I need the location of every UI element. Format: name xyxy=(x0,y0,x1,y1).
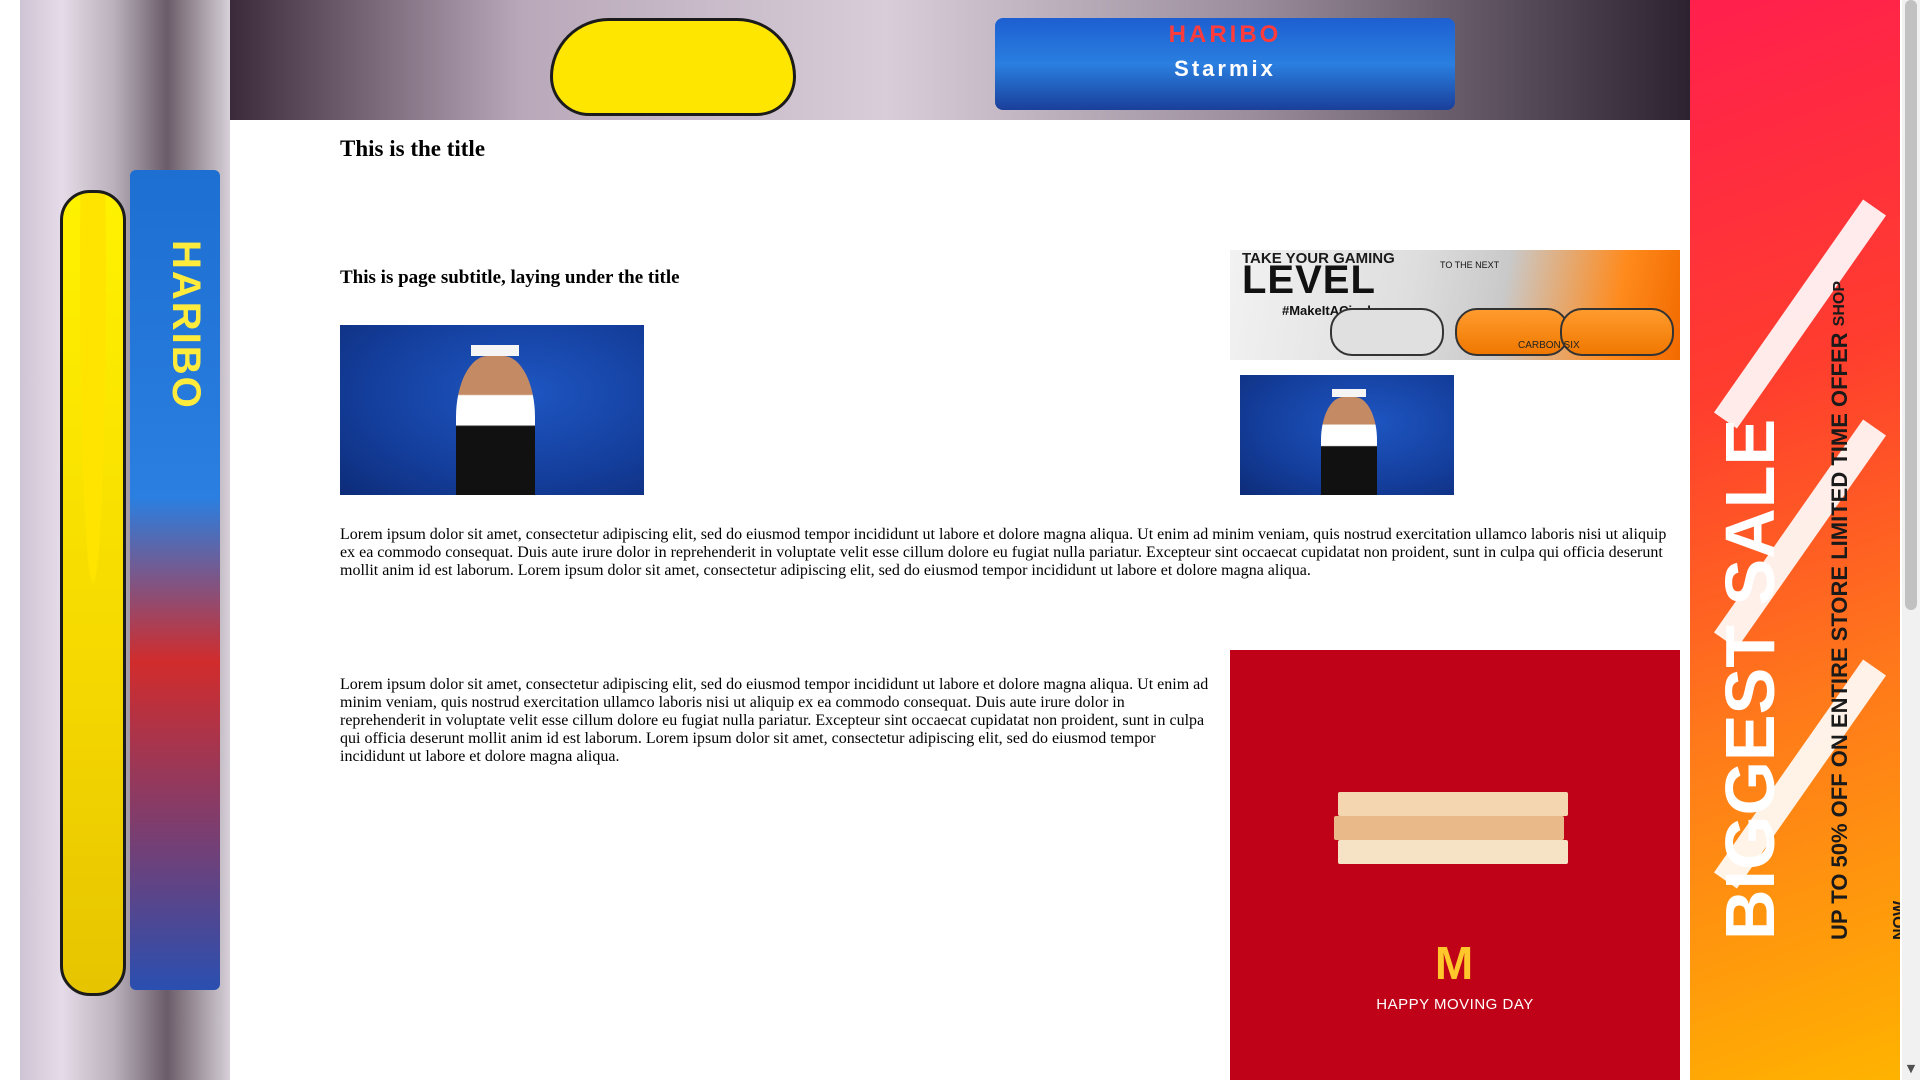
tennis-player-image-small xyxy=(1240,375,1454,495)
left-ad-banner[interactable]: HARIBO xyxy=(20,0,230,1080)
scroll-down-arrow-icon[interactable]: ▼ xyxy=(1904,1062,1918,1076)
sale-offer-1: UP TO 50% OFF xyxy=(1827,773,1852,940)
tennis-player-image xyxy=(340,325,644,495)
stacked-box xyxy=(1338,792,1568,816)
mcdonalds-logo-icon: M xyxy=(1434,937,1474,989)
starmix-pack: HARIBO Starmix xyxy=(995,18,1455,110)
gaming-ad-banner[interactable]: TAKE YOUR GAMING LEVEL TO THE NEXT #Make… xyxy=(1230,250,1680,360)
top-banner-product: Starmix xyxy=(1174,56,1276,81)
scrollbar-thumb[interactable] xyxy=(1905,0,1917,610)
gummy-bear-mascot xyxy=(550,18,796,116)
mcdonalds-tagline: HAPPY MOVING DAY xyxy=(1376,996,1534,1013)
player-figure xyxy=(455,355,535,495)
left-banner-brand: HARIBO xyxy=(164,240,208,410)
page-subtitle: This is page subtitle, laying under the … xyxy=(340,267,680,288)
right-ad-banner[interactable]: BIGGEST SALE UP TO 50% OFF ON ENTIRE STO… xyxy=(1690,0,1900,1080)
page-title: This is the title xyxy=(340,136,486,161)
player-headband xyxy=(470,345,520,356)
body-paragraph-1: Lorem ipsum dolor sit amet, consectetur … xyxy=(340,526,1667,579)
player-headband xyxy=(1332,389,1367,397)
sale-offers: UP TO 50% OFF ON ENTIRE STORE LIMITED TI… xyxy=(1810,240,1900,940)
gummy-bear-mascot xyxy=(60,190,126,996)
gaming-ad-brand: CARBON SIX xyxy=(1518,340,1580,351)
sale-offer-2: ON ENTIRE STORE xyxy=(1827,565,1852,768)
gamepad-icon xyxy=(1330,308,1444,356)
stacked-box xyxy=(1334,816,1564,840)
mcdonalds-ad-banner[interactable]: M HAPPY MOVING DAY xyxy=(1230,650,1680,1080)
stacked-box xyxy=(1338,840,1568,864)
body-paragraph-2: Lorem ipsum dolor sit amet, consectetur … xyxy=(340,676,1209,765)
sale-offer-3: LIMITED TIME OFFER xyxy=(1827,332,1852,560)
sale-headline: BIGGEST SALE xyxy=(1711,418,1789,940)
top-ad-banner[interactable]: HARIBO Starmix xyxy=(230,0,1690,120)
gaming-ad-headline: LEVEL xyxy=(1242,258,1376,302)
gaming-ad-line3: TO THE NEXT xyxy=(1440,260,1500,270)
top-banner-brand: HARIBO xyxy=(1168,21,1282,48)
player-figure xyxy=(1321,396,1377,495)
